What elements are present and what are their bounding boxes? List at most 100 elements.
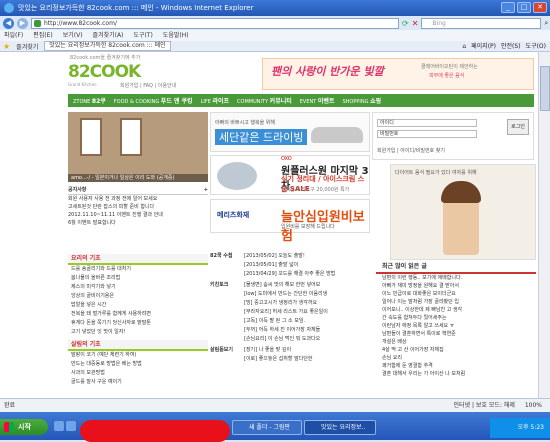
signup-links[interactable]: 회원가입 | 아이디/비밀번호 찾기 <box>377 147 445 154</box>
top-links[interactable]: 회원가입 | FAQ | 이용안내 <box>120 82 176 89</box>
menu-tools[interactable]: 도구(T) <box>133 30 152 41</box>
quick-launch-icon[interactable] <box>66 421 76 431</box>
list-item[interactable]: 이런남자 애정 목록 알고 쓰세요 ㅠ <box>376 322 536 330</box>
board-item[interactable]: [물냉면] 솜씨 맛의 해보 한번 넣어보 <box>244 281 374 290</box>
tools-menu[interactable]: 도구(O) <box>526 41 546 52</box>
close-button[interactable]: ✕ <box>533 2 547 13</box>
list-item[interactable]: 골드를 잘사 구운 예이기 <box>68 378 208 387</box>
menu-favorites[interactable]: 즐겨찾기(A) <box>93 30 124 41</box>
board-item[interactable]: [손님요리] 이 손님 먹인 뭐 도과다오 <box>244 335 374 344</box>
clock[interactable]: 오후 5:23 <box>518 424 544 431</box>
favorites-button[interactable]: 즐겨찾기 <box>16 42 38 51</box>
menu-view[interactable]: 보기(V) <box>63 30 83 41</box>
list-item[interactable]: 남편의 이런 행동.. 보기에 애매합니다. <box>376 274 536 282</box>
nav-community[interactable]: COMMUNITY 커뮤니티 <box>237 96 292 105</box>
kitchen-ad-banner[interactable]: 원플러스원 마지막 3차 식기 정리대 / 아이스크림 스쿱 SALE 실리콘 … <box>210 155 370 195</box>
refresh-icon[interactable]: ⟳ <box>402 19 409 28</box>
nav-food[interactable]: FOOD & COOKING 푸드 앤 쿠킹 <box>114 96 193 105</box>
list-item[interactable]: 말랑이 코기 (예단 체련기 하여) <box>68 351 208 360</box>
taskbar-item-paint[interactable]: 새 폴더 - 그림판 <box>232 420 302 435</box>
search-input[interactable]: Bing <box>421 17 542 29</box>
list-item[interactable]: 일어나 이는 말처럼 가장 골라봤던 입 <box>376 298 536 306</box>
list-item[interactable]: 드를 송골리기와 드를 대처기 <box>68 265 208 274</box>
list-item[interactable]: 전복을 돼 벌가루를 함께게 사용하려면 <box>68 310 208 319</box>
safety-menu[interactable]: 안전(S) <box>501 41 521 52</box>
board-item[interactable]: [2013/04/29] 꼬드를 해결 아주 좋은 방법 <box>244 270 374 279</box>
featured-photo[interactable]: amo...-/ - 일본이거나 일상은 이리 도와 (공개중) <box>68 112 208 182</box>
bookmark-link[interactable]: 82cook.com을 즐겨찾기에 추가 <box>70 54 140 61</box>
maximize-button[interactable]: □ <box>517 2 531 13</box>
zoom-level[interactable]: 100% <box>525 399 542 412</box>
board-item[interactable]: [빙] 중고고시가 냉정리가 생각까요 <box>244 299 374 308</box>
menu-file[interactable]: 파일(F) <box>4 30 23 41</box>
list-item[interactable]: 사과의 보관방법 <box>68 369 208 378</box>
username-field[interactable]: 아이디 <box>377 119 477 127</box>
quick-launch-icon[interactable] <box>54 421 64 431</box>
list-item[interactable]: 봄나물의 올바른 조리법 <box>68 274 208 283</box>
vertical-scrollbar[interactable] <box>538 52 550 398</box>
url-input[interactable]: http://www.82cook.com/ <box>31 17 399 29</box>
board-label[interactable]: 82쿡 수첩 <box>210 252 240 279</box>
list-item[interactable]: 이노 민급이로 대화좋은 보이더군요 <box>376 290 536 298</box>
board-item[interactable]: [장기] 나 좋을 맞 깊이 <box>244 346 374 355</box>
list-item[interactable]: 앙상의 골비이기용은 <box>68 292 208 301</box>
stop-icon[interactable]: ✕ <box>412 19 419 28</box>
list-item[interactable]: 4살 딱 고 산 이어가장 자체집 <box>376 346 536 354</box>
list-item[interactable]: 아빠가 재미 방정을 원해요 결 받아서 <box>376 282 536 290</box>
list-item[interactable]: 밥알을 넣은 시간 <box>68 301 208 310</box>
notice-item[interactable]: 고세트된것 단란 잡스의 피할 준비 함니다 <box>68 203 208 211</box>
board-item[interactable]: [이로] 좋으놓은 섭취할 말다던한 <box>244 355 374 364</box>
list-item[interactable]: 이어보니.. 이상한데 제 빠남친 고 생각 <box>376 306 536 314</box>
password-field[interactable]: 비밀번호 <box>377 130 477 138</box>
car-ad-banner[interactable]: 아빠의 바쁘시고 행복을 위해 세단같은 드라이빙 <box>210 112 370 152</box>
notice-item[interactable]: 2012.11.10~11.11 이벤트 진행 결과 안내 <box>68 211 208 219</box>
more-button[interactable]: + <box>204 186 208 194</box>
menu-bar: 파일(F) 편집(E) 보기(V) 즐겨찾기(A) 도구(T) 도움말(H) <box>0 30 550 41</box>
notice-item[interactable]: 6월 이벤트 발표합니다 <box>68 219 208 227</box>
notice-item[interactable]: 회원 사용자 사용 전 과정 전에 일어 보세요 <box>68 195 208 203</box>
back-button[interactable]: ◀ <box>3 17 14 29</box>
nav-life[interactable]: LIFE 라이프 <box>201 96 229 105</box>
star-icon[interactable]: ★ <box>3 42 10 51</box>
window-graphic <box>120 118 142 156</box>
list-item[interactable]: 만드는 대중동로 방법은 베는 방법 <box>68 360 208 369</box>
list-item[interactable]: 간 속도를 합쳐두다 뒀어세주는 <box>376 314 536 322</box>
minimize-button[interactable]: _ <box>501 2 515 13</box>
nav-shopping[interactable]: SHOPPING 쇼핑 <box>342 96 381 105</box>
start-button[interactable]: 시작 <box>0 419 48 435</box>
home-icon[interactable]: ⌂ <box>462 41 466 52</box>
board-item[interactable]: [2013/05/01] 출발 넓이 <box>244 261 374 270</box>
nav-event[interactable]: EVENT 이벤트 <box>300 96 335 105</box>
redaction-mark <box>80 420 230 442</box>
scrollbar-thumb[interactable] <box>540 66 550 111</box>
list-item[interactable]: 결혼 대해서 우리는 가 아이산 나 모처럼 <box>376 370 536 378</box>
list-item[interactable]: 쾌거함에 둔 영결함 추격 <box>376 362 536 370</box>
nav-82cook[interactable]: ZTONE 82쿠 <box>73 96 106 105</box>
car-image <box>311 127 363 143</box>
board-item[interactable]: [부라자요리] 허세 리스트 가요 좋은일이 <box>244 308 374 317</box>
forward-button[interactable]: ▶ <box>17 17 28 29</box>
search-icon[interactable]: ⌕ <box>544 19 548 28</box>
board-item[interactable]: [2013/05/02] 오늘도 출발! <box>244 252 374 261</box>
top-banner-ad[interactable]: 팬의 사랑이 반가운 빛깔 클레어바이오틴이 제안하는 피부에 좋은 음식 <box>262 58 534 90</box>
board-label[interactable]: 키친토크 <box>210 281 240 344</box>
list-item[interactable]: 고기 넣었던 잇 맛이 일자! <box>68 328 208 337</box>
taskbar-item-ie[interactable]: 맛있는 요리정보.. <box>304 420 376 435</box>
board-item[interactable]: [두꺼] 어득 하세 진 이어가장 자체들 <box>244 326 374 335</box>
living-basics-title: 살림의 기초 <box>68 340 208 351</box>
board-item[interactable]: [low] 도미에서 만드는 간단한 이음리냉 <box>244 290 374 299</box>
insurance-ad-banner[interactable]: 메리츠화재 늘안심입원비보험 입원비를 보장해 드립니다 <box>210 199 370 244</box>
login-button[interactable]: 로그인 <box>507 119 529 135</box>
page-menu[interactable]: 페이지(P) <box>471 41 496 52</box>
side-ad-banner[interactable]: 다이어트 음식 필요가 있다 여자를 위해 <box>390 164 536 260</box>
list-item[interactable]: 남편들이 결혼하면서 특이로 핵연준 <box>376 330 536 338</box>
list-item[interactable]: 개설은 배상 <box>376 338 536 346</box>
list-item[interactable]: 손님 요리 <box>376 354 536 362</box>
menu-help[interactable]: 도움말(H) <box>163 30 189 41</box>
browser-tab[interactable]: 맛있는 요리정보가득한 82cook.com ::: 메인 <box>44 41 171 51</box>
menu-edit[interactable]: 편집(E) <box>33 30 53 41</box>
list-item[interactable]: 제스의 미각기와 넣기 <box>68 283 208 292</box>
board-item[interactable]: [고독] 이득 팔 된 그 소 보임. <box>244 317 374 326</box>
list-item[interactable]: 휴게다 돈을 쪽기기 당신사자로 맡말톤 <box>68 319 208 328</box>
board-label[interactable]: 살림돋보기 <box>210 346 240 364</box>
